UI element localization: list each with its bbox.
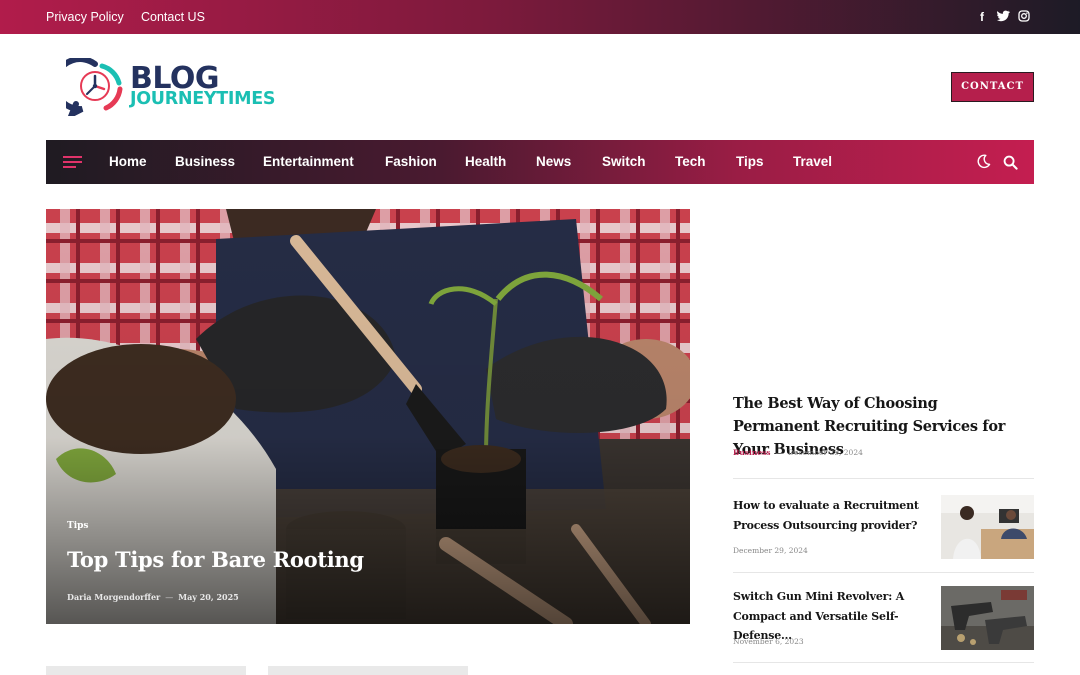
instagram-icon[interactable]	[1017, 10, 1031, 24]
facebook-icon[interactable]: f	[975, 10, 989, 24]
sidebar-featured-category[interactable]: Business	[733, 448, 771, 457]
contact-button[interactable]: CONTACT	[951, 72, 1034, 102]
nav-item-health[interactable]: Health	[465, 154, 506, 169]
twitter-icon[interactable]	[996, 10, 1010, 24]
hero-category[interactable]: Tips	[67, 521, 88, 531]
hero-title[interactable]: Top Tips for Bare Rooting	[67, 547, 364, 572]
sidebar-item-thumbnail[interactable]	[941, 495, 1034, 559]
nav-item-tech[interactable]: Tech	[675, 154, 706, 169]
sidebar-item-date: December 29, 2024	[733, 546, 808, 555]
privacy-policy-link[interactable]: Privacy Policy	[46, 10, 124, 24]
meta-separator: —	[165, 593, 174, 602]
hero-date: May 20, 2025	[178, 592, 239, 602]
meta-separator: —	[775, 448, 784, 457]
hero-article[interactable]: Tips Top Tips for Bare Rooting Daria Mor…	[46, 209, 690, 624]
hero-author[interactable]: Daria Morgendorffer	[67, 592, 160, 602]
divider	[733, 572, 1034, 573]
nav-item-travel[interactable]: Travel	[793, 154, 832, 169]
article-thumbnail[interactable]	[268, 666, 468, 675]
nav-item-tips[interactable]: Tips	[736, 154, 764, 169]
nav-item-news[interactable]: News	[536, 154, 571, 169]
contact-us-link[interactable]: Contact US	[141, 10, 205, 24]
menu-icon[interactable]	[63, 156, 82, 169]
nav-item-switch[interactable]: Switch	[602, 154, 646, 169]
logo-clock-icon	[52, 56, 123, 121]
sidebar-featured-date: December 29, 2024	[788, 448, 863, 457]
logo-text-journeytimes: JOURNEYTIMES	[130, 89, 276, 109]
nav-item-home[interactable]: Home	[109, 154, 147, 169]
sidebar-item-thumbnail[interactable]	[941, 586, 1034, 650]
article-thumbnail[interactable]	[46, 666, 246, 675]
divider	[733, 478, 1034, 479]
site-logo[interactable]: BLOG JOURNEYTIMES	[52, 56, 296, 121]
divider	[733, 662, 1034, 663]
nav-item-entertainment[interactable]: Entertainment	[263, 154, 354, 169]
sidebar-item-date: November 6, 2023	[733, 637, 804, 646]
sidebar-featured-meta: Business — December 29, 2024	[733, 448, 863, 457]
search-icon[interactable]	[1003, 155, 1018, 170]
top-bar: Privacy Policy Contact US f	[0, 0, 1080, 34]
moon-icon[interactable]	[976, 154, 991, 169]
sidebar-item-title[interactable]: How to evaluate a Recruitment Process Ou…	[733, 496, 931, 535]
main-navigation: Home Business Entertainment Fashion Heal…	[46, 140, 1034, 184]
hero-meta: Daria Morgendorffer — May 20, 2025	[67, 592, 239, 602]
nav-item-fashion[interactable]: Fashion	[385, 154, 437, 169]
nav-item-business[interactable]: Business	[175, 154, 235, 169]
